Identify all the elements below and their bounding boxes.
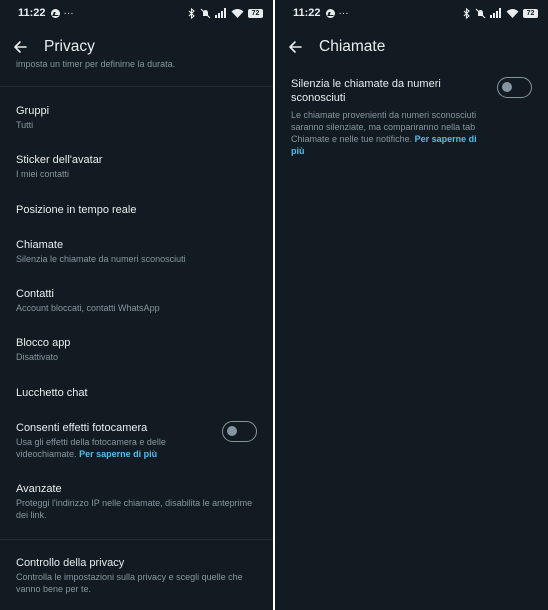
setting-app-lock[interactable]: Blocco app Disattivato — [16, 336, 257, 363]
mute-icon — [475, 8, 486, 18]
setting-advanced[interactable]: Avanzate Proteggi l'indirizzo IP nelle c… — [16, 482, 257, 521]
page-title: Privacy — [44, 38, 95, 55]
divider — [0, 539, 273, 540]
setting-subtitle: Proteggi l'indirizzo IP nelle chiamate, … — [16, 498, 253, 520]
setting-title: Chiamate — [16, 239, 64, 251]
status-bar: 11:22 ··· 72 — [275, 0, 548, 26]
battery-icon: 72 — [248, 8, 263, 18]
learn-more-link[interactable]: Per saperne di più — [79, 449, 157, 459]
setting-subtitle: Le chiamate provenienti da numeri sconos… — [291, 109, 491, 157]
setting-subtitle: I miei contatti — [16, 169, 70, 179]
toggle-knob — [502, 82, 512, 92]
bluetooth-icon — [188, 7, 195, 19]
setting-contacts[interactable]: Contatti Account bloccati, contatti What… — [16, 287, 257, 314]
wifi-icon — [231, 9, 244, 18]
more-notifications-icon: ··· — [338, 7, 349, 19]
setting-title: Consenti effetti fotocamera — [16, 422, 148, 434]
setting-title: Lucchetto chat — [16, 387, 88, 399]
app-bar: Chiamate — [275, 30, 548, 64]
wifi-icon — [506, 9, 519, 18]
status-time: 11:22 — [18, 7, 46, 19]
setting-subtitle: Controlla le impostazioni sulla privacy … — [16, 572, 243, 594]
setting-subtitle: Account bloccati, contatti WhatsApp — [16, 303, 160, 313]
privacy-screen: 11:22 ··· 72 Privacy imposta un timer pe… — [0, 0, 273, 610]
disappearing-messages-subtitle: imposta un timer per definirne la durata… — [16, 59, 176, 69]
setting-subtitle: Silenzia le chiamate da numeri sconosciu… — [16, 254, 186, 264]
setting-title: Controllo della privacy — [16, 557, 125, 569]
back-arrow-icon[interactable] — [10, 37, 30, 57]
more-notifications-icon: ··· — [63, 7, 74, 19]
status-bar: 11:22 ··· 72 — [0, 0, 273, 26]
calls-settings-screen: 11:22 ··· 72 Chiamate Silenzia le chiama… — [275, 0, 548, 610]
setting-chat-lock[interactable]: Lucchetto chat — [16, 386, 257, 400]
setting-title: Sticker dell'avatar — [16, 154, 103, 166]
setting-subtitle: Disattivato — [16, 352, 59, 362]
toggle-knob — [227, 426, 237, 436]
setting-title: Blocco app — [16, 337, 71, 349]
silence-unknown-callers-toggle[interactable] — [497, 77, 532, 98]
mute-icon — [200, 8, 211, 18]
signal-icon — [215, 8, 226, 18]
page-title: Chiamate — [319, 38, 386, 55]
setting-title: Gruppi — [16, 105, 50, 117]
setting-subtitle: Usa gli effetti della fotocamera e delle… — [16, 436, 203, 460]
setting-avatar-stickers[interactable]: Sticker dell'avatar I miei contatti — [16, 153, 257, 180]
status-time: 11:22 — [293, 7, 321, 19]
divider — [0, 86, 273, 87]
bluetooth-icon — [463, 7, 470, 19]
setting-title: Avanzate — [16, 483, 62, 495]
setting-title: Posizione in tempo reale — [16, 204, 137, 216]
setting-groups[interactable]: Gruppi Tutti — [16, 104, 257, 131]
setting-privacy-checkup[interactable]: Controllo della privacy Controlla le imp… — [16, 556, 257, 595]
setting-silence-unknown-callers[interactable]: Silenzia le chiamate da numeri sconosciu… — [291, 77, 488, 157]
telegram-icon — [325, 8, 335, 18]
setting-calls[interactable]: Chiamate Silenzia le chiamate da numeri … — [16, 238, 257, 265]
camera-effects-toggle[interactable] — [222, 421, 257, 442]
setting-title: Contatti — [16, 288, 54, 300]
setting-subtitle: Tutti — [16, 120, 34, 130]
telegram-icon — [50, 8, 60, 18]
back-arrow-icon[interactable] — [285, 37, 305, 57]
setting-title: Silenzia le chiamate da numeri sconosciu… — [291, 78, 441, 104]
battery-icon: 72 — [523, 8, 538, 18]
setting-camera-effects[interactable]: Consenti effetti fotocamera Usa gli effe… — [16, 421, 203, 460]
signal-icon — [490, 8, 501, 18]
setting-live-location[interactable]: Posizione in tempo reale — [16, 203, 257, 217]
